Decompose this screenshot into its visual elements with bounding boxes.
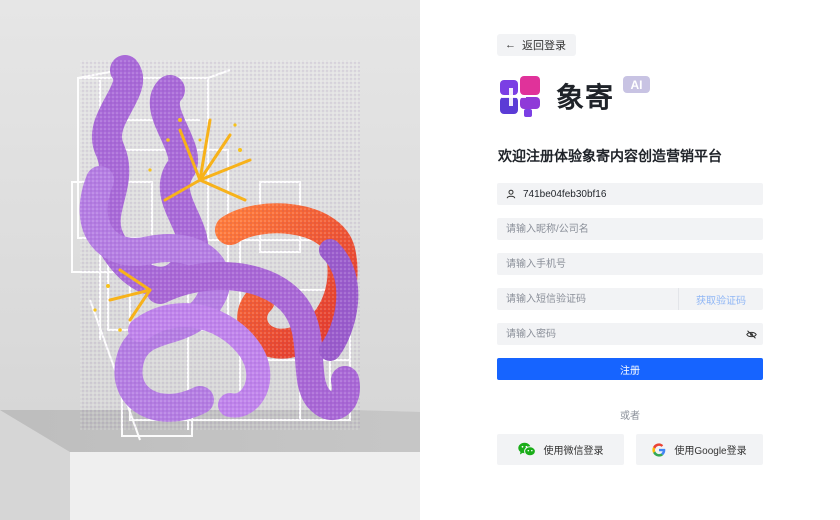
register-panel: ← 返回登录 象寄 AI 欢迎注册体验象寄内容创造营销平台 获取验证码 xyxy=(420,0,840,520)
ai-badge: AI xyxy=(623,76,650,93)
arrow-left-icon: ← xyxy=(505,39,516,51)
divider-or: 或者 xyxy=(620,411,640,422)
sms-code-field[interactable]: 获取验证码 xyxy=(497,288,763,310)
xiangji-logo-icon xyxy=(500,76,540,117)
password-field[interactable] xyxy=(497,323,763,345)
wechat-icon xyxy=(517,442,536,457)
back-to-login-button[interactable]: ← 返回登录 xyxy=(497,34,576,56)
sculpture-illustration xyxy=(0,0,420,520)
sms-code-input[interactable] xyxy=(497,288,678,310)
google-icon xyxy=(652,442,666,457)
google-login-label: 使用Google登录 xyxy=(674,446,747,457)
brand: 象寄 AI xyxy=(498,74,650,118)
password-input[interactable] xyxy=(497,323,739,345)
nickname-field[interactable] xyxy=(497,218,763,240)
back-to-login-label: 返回登录 xyxy=(522,40,566,52)
eye-hidden-icon[interactable] xyxy=(739,329,763,339)
google-login-button[interactable]: 使用Google登录 xyxy=(636,434,763,465)
register-button[interactable]: 注册 xyxy=(497,358,763,380)
phone-input[interactable] xyxy=(497,253,763,275)
wechat-login-label: 使用微信登录 xyxy=(543,446,604,457)
username-field[interactable] xyxy=(497,183,763,205)
brand-name: 象寄 xyxy=(556,81,615,114)
hero-artwork xyxy=(0,0,420,520)
nickname-input[interactable] xyxy=(497,218,763,240)
wechat-login-button[interactable]: 使用微信登录 xyxy=(497,434,624,465)
phone-field[interactable] xyxy=(497,253,763,275)
page-title: 欢迎注册体验象寄内容创造营销平台 xyxy=(498,148,722,164)
user-icon xyxy=(506,189,516,199)
get-code-button[interactable]: 获取验证码 xyxy=(678,288,763,310)
username-input[interactable] xyxy=(516,183,763,205)
